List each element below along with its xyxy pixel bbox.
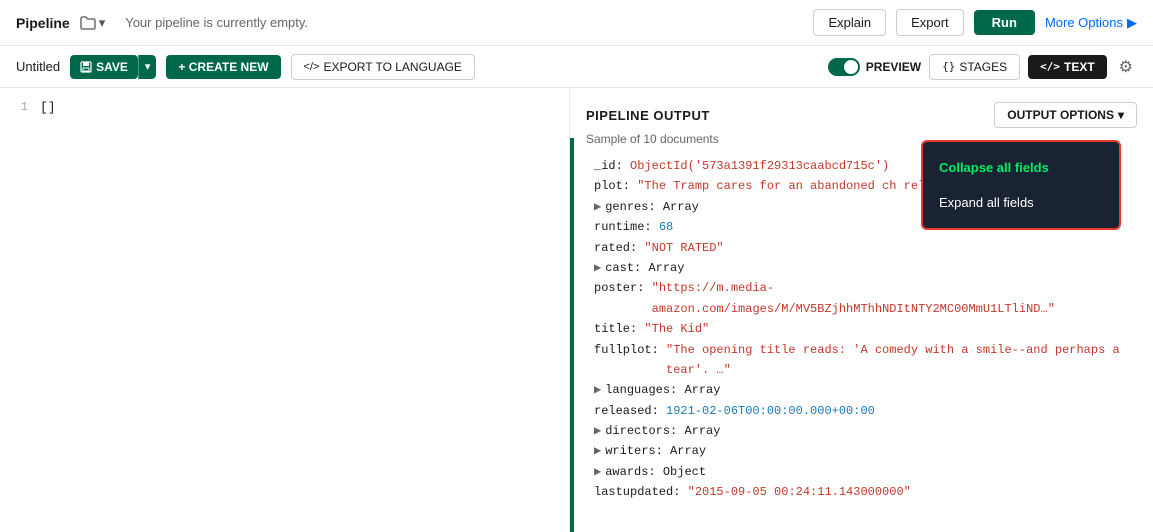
field-id-key: _id: (594, 156, 623, 176)
field-title-key: title: (594, 319, 637, 339)
field-awards: ▶ awards: Object (586, 462, 1137, 482)
collapse-all-fields-item[interactable]: Collapse all fields (923, 150, 1119, 185)
save-icon (80, 61, 92, 73)
more-options-arrow: ▶ (1127, 15, 1137, 31)
editor-line-1: 1 [] (0, 98, 569, 117)
preview-toggle[interactable] (828, 58, 860, 76)
field-directors-key: directors: (605, 421, 677, 441)
field-writers-key: writers: (605, 441, 663, 461)
field-runtime-val: 68 (659, 217, 673, 237)
field-fullplot: fullplot: "The opening title reads: 'A c… (586, 340, 1137, 381)
export-button[interactable]: Export (896, 9, 964, 36)
folder-caret: ▾ (99, 15, 106, 31)
field-rated-key: rated: (594, 238, 637, 258)
field-plot-key: plot: (594, 176, 630, 196)
output-options-dropdown: Collapse all fields Expand all fields (921, 140, 1121, 230)
pipeline-title: Pipeline (16, 15, 70, 31)
field-released: released: 1921-02-06T00:00:00.000+00:00 (586, 401, 1137, 421)
explain-button[interactable]: Explain (813, 9, 886, 36)
field-awards-val: Object (663, 462, 706, 482)
field-cast-val: Array (648, 258, 684, 278)
expand-all-fields-item[interactable]: Expand all fields (923, 185, 1119, 220)
main-content: 1 [] PIPELINE OUTPUT OUTPUT OPTIONS ▾ Co… (0, 88, 1153, 532)
writers-expand-arrow[interactable]: ▶ (594, 441, 601, 461)
second-toolbar: Untitled SAVE ▾ + CREATE NEW </> EXPORT … (0, 46, 1153, 88)
text-button[interactable]: </> TEXT (1028, 55, 1107, 79)
field-poster: poster: "https://m.media-amazon.com/imag… (586, 278, 1137, 319)
toolbar-right: PREVIEW {} STAGES </> TEXT ⚙ (828, 53, 1137, 81)
output-options-button[interactable]: OUTPUT OPTIONS ▾ (994, 102, 1137, 128)
field-title: title: "The Kid" (586, 319, 1137, 339)
stages-button[interactable]: {} STAGES (929, 54, 1020, 80)
field-languages-key: languages: (605, 380, 677, 400)
field-writers-val: Array (670, 441, 706, 461)
document-title: Untitled (16, 59, 60, 74)
field-cast: ▶ cast: Array (586, 258, 1137, 278)
field-id-val: ObjectId('573a1391f29313caabcd715c') (630, 156, 889, 176)
languages-expand-arrow[interactable]: ▶ (594, 380, 601, 400)
field-fullplot-key: fullplot: (594, 340, 659, 360)
field-genres-key: genres: (605, 197, 655, 217)
output-title: PIPELINE OUTPUT (586, 108, 710, 123)
field-cast-key: cast: (605, 258, 641, 278)
directors-expand-arrow[interactable]: ▶ (594, 421, 601, 441)
field-genres-val: Array (663, 197, 699, 217)
editor-pane[interactable]: 1 [] (0, 88, 570, 532)
field-released-val: 1921-02-06T00:00:00.000+00:00 (666, 401, 875, 421)
field-fullplot-val: "The opening title reads: 'A comedy with… (666, 340, 1137, 381)
genres-expand-arrow[interactable]: ▶ (594, 197, 601, 217)
field-languages: ▶ languages: Array (586, 380, 1137, 400)
field-languages-val: Array (684, 380, 720, 400)
field-lastupdated-key: lastupdated: (594, 482, 680, 502)
preview-toggle-group: PREVIEW (828, 58, 921, 76)
save-dropdown-button[interactable]: ▾ (138, 55, 157, 79)
field-directors: ▶ directors: Array (586, 421, 1137, 441)
output-header: PIPELINE OUTPUT OUTPUT OPTIONS ▾ Collaps… (586, 102, 1137, 128)
line-code-1: [] (40, 100, 56, 115)
save-button[interactable]: SAVE (70, 55, 138, 79)
field-writers: ▶ writers: Array (586, 441, 1137, 461)
cast-expand-arrow[interactable]: ▶ (594, 258, 601, 278)
export-lang-icon: </> (304, 61, 320, 73)
field-poster-val: "https://m.media-amazon.com/images/M/MV5… (652, 278, 1137, 319)
stages-icon: {} (942, 60, 955, 73)
run-button[interactable]: Run (974, 10, 1035, 35)
green-accent-bar (570, 138, 574, 532)
field-lastupdated-val: "2015-09-05 00:24:11.143000000" (688, 482, 911, 502)
line-number-1: 1 (12, 100, 28, 115)
create-new-button[interactable]: + CREATE NEW (166, 55, 280, 79)
toggle-thumb (844, 60, 858, 74)
folder-icon (80, 16, 96, 30)
pipeline-empty-message: Your pipeline is currently empty. (125, 15, 803, 30)
field-rated-val: "NOT RATED" (644, 238, 723, 258)
field-directors-val: Array (684, 421, 720, 441)
text-btn-icon: </> (1040, 60, 1060, 73)
folder-button[interactable]: ▾ (80, 15, 106, 31)
output-options-caret: ▾ (1118, 108, 1124, 122)
preview-label: PREVIEW (866, 60, 921, 74)
field-poster-key: poster: (594, 278, 644, 298)
field-rated: rated: "NOT RATED" (586, 238, 1137, 258)
output-pane: PIPELINE OUTPUT OUTPUT OPTIONS ▾ Collaps… (570, 88, 1153, 532)
export-language-button[interactable]: </> EXPORT TO LANGUAGE (291, 54, 475, 80)
top-bar: Pipeline ▾ Your pipeline is currently em… (0, 0, 1153, 46)
settings-button[interactable]: ⚙ (1115, 53, 1137, 81)
field-runtime-key: runtime: (594, 217, 652, 237)
field-awards-key: awards: (605, 462, 655, 482)
more-options-button[interactable]: More Options ▶ (1045, 15, 1137, 31)
output-options-container: OUTPUT OPTIONS ▾ Collapse all fields Exp… (994, 102, 1137, 128)
field-released-key: released: (594, 401, 659, 421)
awards-expand-arrow[interactable]: ▶ (594, 462, 601, 482)
field-title-val: "The Kid" (644, 319, 709, 339)
field-lastupdated: lastupdated: "2015-09-05 00:24:11.143000… (586, 482, 1137, 502)
save-group: SAVE ▾ (70, 55, 156, 79)
